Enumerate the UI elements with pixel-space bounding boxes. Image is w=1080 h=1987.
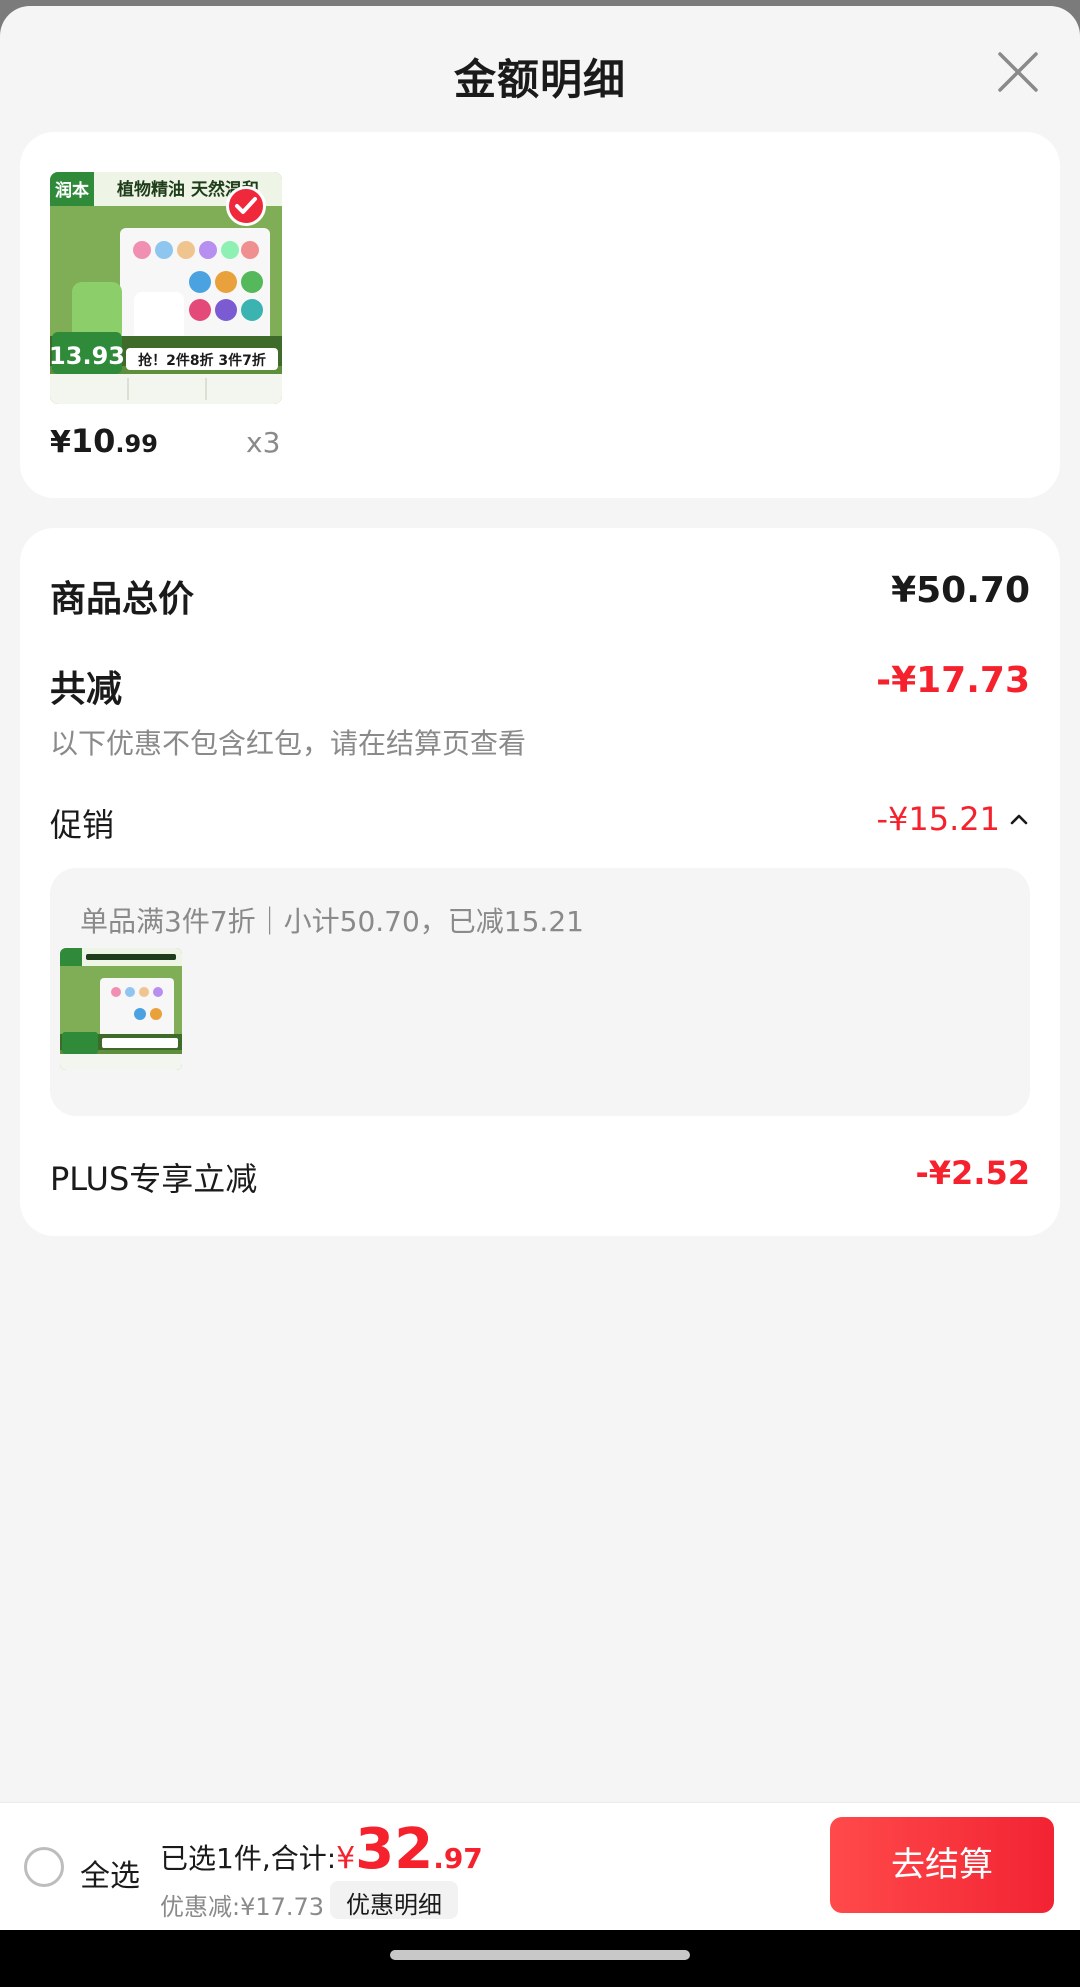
sheet-header: 金额明细 <box>0 6 1080 136</box>
total-price-value: ¥50.70 <box>891 570 1030 611</box>
product-quantity: x3 <box>246 426 281 459</box>
selected-total: 已选1件,合计:¥32.97 <box>160 1817 483 1882</box>
product-tag-promo: 抢！2件8折 3件7折 <box>138 352 266 369</box>
product-card: 润本 植物精油 天然温和 13.93 抢！2件8折 3件7折 ¥10.99 x3 <box>20 132 1060 498</box>
selected-check-badge[interactable] <box>226 186 266 226</box>
price-integer: 10 <box>70 422 116 460</box>
amount-detail-sheet: 金额明细 润本 植物精油 天然温和 13.93 抢！2件8折 3件7折 ¥10.… <box>0 6 1080 1987</box>
select-all-radio[interactable] <box>24 1847 64 1887</box>
system-nav-bar <box>0 1930 1080 1987</box>
price-decimal: .99 <box>115 430 158 458</box>
promo-value: -¥15.21 <box>876 800 1000 838</box>
product-unit-price: ¥10.99 <box>50 422 158 460</box>
product-tag-price: 13.93 <box>50 342 125 370</box>
discount-detail-button[interactable]: 优惠明细 <box>330 1881 458 1919</box>
close-button[interactable] <box>992 46 1044 98</box>
plus-discount-value: -¥2.52 <box>915 1154 1031 1192</box>
promo-description: 单品满3件7折｜小计50.70，已减15.21 <box>80 905 584 938</box>
close-icon <box>998 52 1038 92</box>
total-decimal: .97 <box>433 1842 483 1875</box>
check-icon <box>235 197 257 214</box>
red-packet-note: 以下优惠不包含红包，请在结算页查看 <box>50 727 527 760</box>
promo-toggle[interactable]: -¥15.21 <box>876 800 1030 838</box>
plus-discount-label: PLUS专享立减 <box>50 1160 258 1198</box>
total-price-label: 商品总价 <box>50 579 195 620</box>
promo-product-thumbnail[interactable] <box>60 948 182 1070</box>
checkout-button[interactable]: 去结算 <box>830 1817 1054 1913</box>
price-currency: ¥ <box>50 425 71 460</box>
total-currency: ¥ <box>336 1841 356 1876</box>
promo-detail-box: 单品满3件7折｜小计50.70，已减15.21 <box>50 868 1030 1116</box>
checkout-bar: 全选 已选1件,合计:¥32.97 优惠减:¥17.73 优惠明细 去结算 <box>0 1802 1080 1930</box>
price-summary-card: 商品总价 ¥50.70 共减 -¥17.73 以下优惠不包含红包，请在结算页查看… <box>20 528 1060 1236</box>
discount-text: 优惠减:¥17.73 <box>160 1893 325 1921</box>
product-brand-text: 润本 <box>55 180 89 201</box>
total-reduce-label: 共减 <box>50 669 123 710</box>
chevron-up-icon <box>1010 814 1028 825</box>
page-title: 金额明细 <box>453 55 626 104</box>
total-reduce-value: -¥17.73 <box>876 660 1030 701</box>
select-all-label[interactable]: 全选 <box>80 1851 140 1895</box>
promo-label: 促销 <box>50 806 115 844</box>
home-indicator[interactable] <box>390 1950 690 1960</box>
selected-count-text: 已选1件,合计: <box>160 1842 337 1875</box>
total-integer: 32 <box>355 1817 434 1882</box>
